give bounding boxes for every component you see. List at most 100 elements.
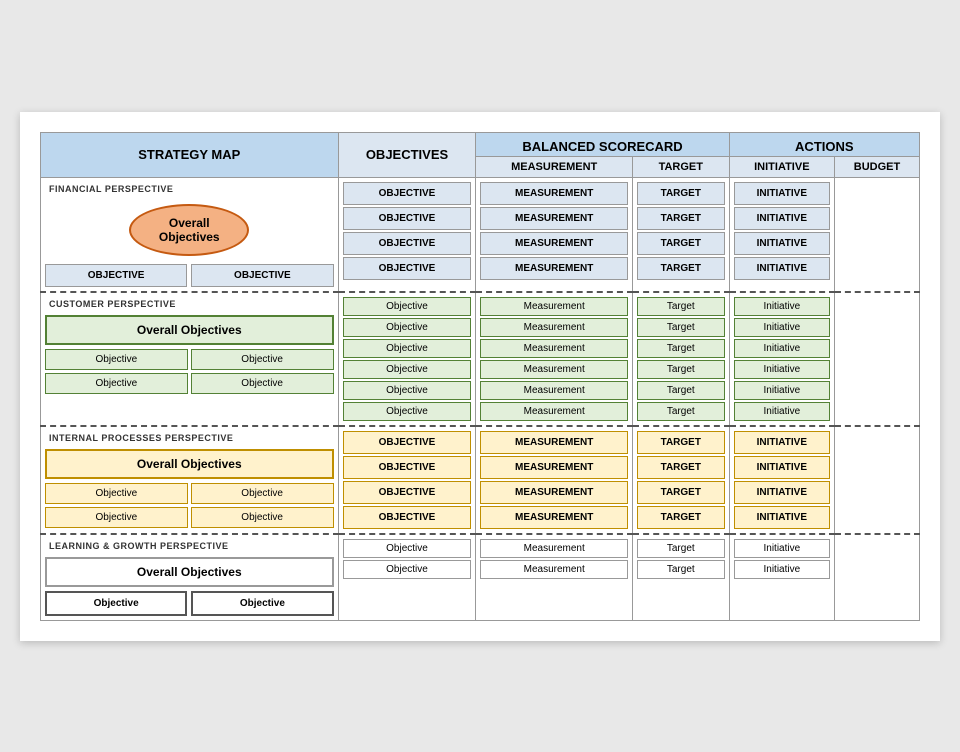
financial-target-col: TARGET TARGET TARGET TARGET [632, 177, 729, 292]
main-table: STRATEGY MAP OBJECTIVES BALANCED SCORECA… [40, 132, 920, 621]
learning-perspective-label: LEARNING & GROWTH PERSPECTIVE [45, 539, 334, 553]
financial-obj-2: OBJECTIVE [191, 264, 333, 287]
learning-obj-1: Objective [45, 591, 187, 616]
learning-row-obj-2: Objective [343, 560, 472, 579]
customer-obj-grid: Objective Objective Objective Objective [45, 349, 334, 394]
customer-init-2: Initiative [734, 318, 830, 337]
customer-obj-1: Objective [45, 349, 188, 370]
learning-target-col: Target Target [632, 534, 729, 621]
customer-row-obj-5: Objective [343, 381, 472, 400]
learning-obj-2: Objective [191, 591, 333, 616]
internal-meas-3: MEASUREMENT [480, 481, 627, 504]
financial-init-2: INITIATIVE [734, 207, 830, 230]
learning-row-obj-1: Objective [343, 539, 472, 558]
internal-obj-2: Objective [191, 483, 334, 504]
learning-targ-1: Target [637, 539, 725, 558]
sub-header-target: TARGET [632, 156, 729, 177]
internal-perspective-label: INTERNAL PROCESSES PERSPECTIVE [45, 431, 334, 445]
financial-measurement-col: MEASUREMENT MEASUREMENT MEASUREMENT MEAS… [476, 177, 632, 292]
internal-obj-grid: Objective Objective Objective Objective [45, 483, 334, 528]
page-container: STRATEGY MAP OBJECTIVES BALANCED SCORECA… [20, 112, 940, 641]
financial-meas-2: MEASUREMENT [480, 207, 627, 230]
customer-meas-2: Measurement [480, 318, 627, 337]
financial-overall-oval: Overall Objectives [129, 204, 249, 256]
internal-budget-col [835, 426, 920, 534]
internal-init-4: INITIATIVE [734, 506, 830, 529]
financial-meas-3: MEASUREMENT [480, 232, 627, 255]
internal-init-1: INITIATIVE [734, 431, 830, 454]
financial-init-4: INITIATIVE [734, 257, 830, 280]
internal-targ-3: TARGET [637, 481, 725, 504]
customer-targ-6: Target [637, 402, 725, 421]
financial-init-1: INITIATIVE [734, 182, 830, 205]
header-actions: ACTIONS [729, 132, 919, 156]
customer-row-obj-3: Objective [343, 339, 472, 358]
customer-row-obj-2: Objective [343, 318, 472, 337]
internal-obj-4: Objective [191, 507, 334, 528]
learning-init-2: Initiative [734, 560, 830, 579]
internal-obj-1: Objective [45, 483, 188, 504]
learning-meas-2: Measurement [480, 560, 627, 579]
customer-strategy-cell: CUSTOMER PERSPECTIVE Overall Objectives … [41, 292, 339, 426]
customer-obj-4: Objective [191, 373, 334, 394]
customer-meas-6: Measurement [480, 402, 627, 421]
learning-targ-2: Target [637, 560, 725, 579]
customer-init-4: Initiative [734, 360, 830, 379]
customer-init-5: Initiative [734, 381, 830, 400]
learning-meas-1: Measurement [480, 539, 627, 558]
customer-meas-4: Measurement [480, 360, 627, 379]
financial-targ-1: TARGET [637, 182, 725, 205]
financial-obj-1: OBJECTIVE [45, 264, 187, 287]
header-strategy-map: STRATEGY MAP [41, 132, 339, 177]
learning-measurement-col: Measurement Measurement [476, 534, 632, 621]
internal-targ-4: TARGET [637, 506, 725, 529]
customer-targ-1: Target [637, 297, 725, 316]
internal-strategy-cell: INTERNAL PROCESSES PERSPECTIVE Overall O… [41, 426, 339, 534]
internal-measurement-col: MEASUREMENT MEASUREMENT MEASUREMENT MEAS… [476, 426, 632, 534]
internal-meas-1: MEASUREMENT [480, 431, 627, 454]
internal-objectives-col: OBJECTIVE OBJECTIVE OBJECTIVE OBJECTIVE [338, 426, 476, 534]
customer-init-1: Initiative [734, 297, 830, 316]
financial-targ-4: TARGET [637, 257, 725, 280]
customer-target-col: Target Target Target Target Target Targe… [632, 292, 729, 426]
learning-overall-box: Overall Objectives [45, 557, 334, 587]
financial-row-obj-1: OBJECTIVE [343, 182, 472, 205]
customer-init-6: Initiative [734, 402, 830, 421]
internal-init-2: INITIATIVE [734, 456, 830, 479]
sub-header-budget: BUDGET [835, 156, 920, 177]
sub-header-initiative: INITIATIVE [729, 156, 834, 177]
customer-meas-1: Measurement [480, 297, 627, 316]
customer-measurement-col: Measurement Measurement Measurement Meas… [476, 292, 632, 426]
financial-init-3: INITIATIVE [734, 232, 830, 255]
customer-row-obj-6: Objective [343, 402, 472, 421]
customer-targ-4: Target [637, 360, 725, 379]
customer-obj-2: Objective [191, 349, 334, 370]
header-bsc: BALANCED SCORECARD [476, 132, 729, 156]
financial-obj-row: OBJECTIVE OBJECTIVE [45, 264, 334, 287]
customer-initiative-col: Initiative Initiative Initiative Initiat… [729, 292, 834, 426]
financial-initiative-col: INITIATIVE INITIATIVE INITIATIVE INITIAT… [729, 177, 834, 292]
customer-overall-box: Overall Objectives [45, 315, 334, 345]
internal-initiative-col: INITIATIVE INITIATIVE INITIATIVE INITIAT… [729, 426, 834, 534]
financial-row-obj-2: OBJECTIVE [343, 207, 472, 230]
customer-perspective-label: CUSTOMER PERSPECTIVE [45, 297, 334, 311]
financial-row-obj-4: OBJECTIVE [343, 257, 472, 280]
customer-init-3: Initiative [734, 339, 830, 358]
financial-meas-4: MEASUREMENT [480, 257, 627, 280]
internal-overall-box: Overall Objectives [45, 449, 334, 479]
internal-meas-2: MEASUREMENT [480, 456, 627, 479]
internal-row-obj-1: OBJECTIVE [343, 431, 472, 454]
customer-targ-3: Target [637, 339, 725, 358]
customer-meas-3: Measurement [480, 339, 627, 358]
financial-budget-col [835, 177, 920, 292]
financial-targ-3: TARGET [637, 232, 725, 255]
customer-targ-2: Target [637, 318, 725, 337]
internal-targ-1: TARGET [637, 431, 725, 454]
financial-objectives-col: OBJECTIVE OBJECTIVE OBJECTIVE OBJECTIVE [338, 177, 476, 292]
internal-row-obj-2: OBJECTIVE [343, 456, 472, 479]
internal-row-obj-4: OBJECTIVE [343, 506, 472, 529]
financial-meas-1: MEASUREMENT [480, 182, 627, 205]
sub-header-measurement: MEASUREMENT [476, 156, 632, 177]
financial-strategy-cell: FINANCIAL PERSPECTIVE Overall Objectives… [41, 177, 339, 292]
learning-obj-row: Objective Objective [45, 591, 334, 616]
